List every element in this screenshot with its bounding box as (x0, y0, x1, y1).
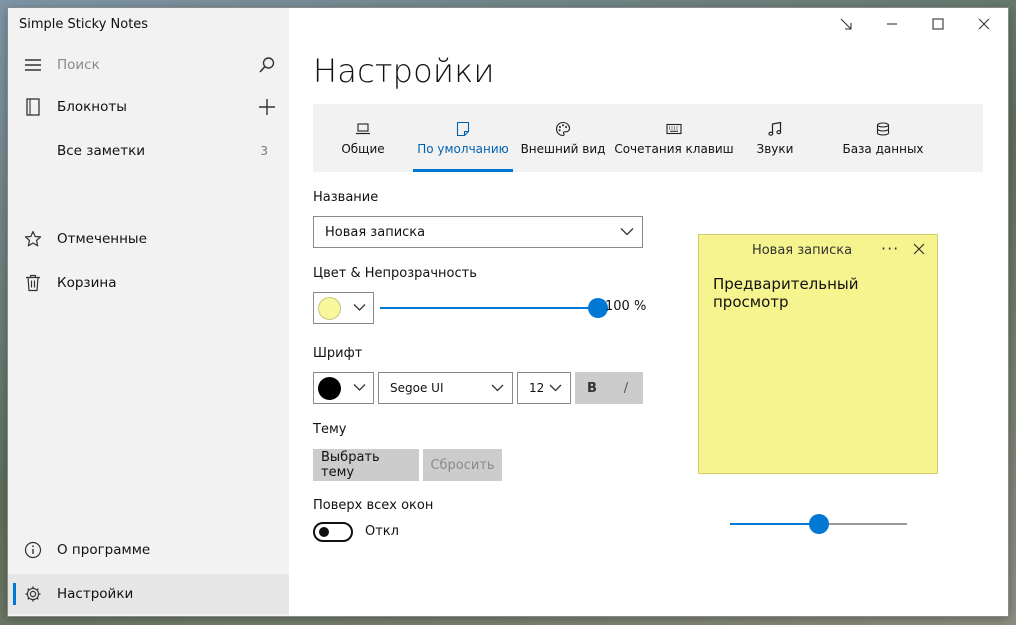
name-dropdown[interactable]: Новая записка (313, 216, 643, 248)
font-family-dropdown[interactable]: Segoe UI (378, 372, 513, 404)
sidebar-item-notebooks[interactable]: Блокноты (8, 87, 289, 127)
compact-overlay-button[interactable] (823, 8, 869, 40)
italic-button[interactable]: / (609, 372, 643, 404)
note-preview-header: Новая записка ··· (699, 235, 937, 267)
sidebar-item-label: Все заметки (57, 143, 146, 159)
sidebar-item-starred[interactable]: Отмеченные (8, 219, 289, 259)
sidebar-item-about[interactable]: О программе (8, 530, 289, 570)
name-label: Название (313, 190, 379, 205)
sidebar-item-label: Настройки (57, 586, 134, 602)
sidebar-item-trash[interactable]: Корзина (8, 263, 289, 303)
preview-size-slider-thumb[interactable] (808, 514, 829, 534)
tab-label: Внешний вид (520, 142, 606, 156)
sidebar-item-all-notes[interactable]: Все заметки 3 (8, 131, 289, 171)
note-color-picker[interactable] (313, 292, 374, 324)
always-on-top-toggle[interactable] (313, 522, 353, 542)
opacity-value: 100 % (605, 299, 647, 314)
font-color-swatch (318, 377, 341, 400)
sidebar-item-label: О программе (57, 542, 151, 558)
tab-label: По умолчанию (417, 142, 509, 156)
tab-sounds[interactable]: Звуки (738, 104, 812, 172)
trash-icon (24, 274, 42, 292)
sidebar: Simple Sticky Notes Поиск Блокноты Все з… (8, 8, 289, 616)
close-icon (978, 18, 990, 30)
tab-label: База данных (842, 142, 924, 156)
choose-theme-button[interactable]: Выбрать тему (313, 449, 419, 481)
minimize-icon (887, 23, 897, 25)
notebook-icon (24, 98, 42, 116)
minimize-button[interactable] (869, 8, 915, 40)
name-value: Новая записка (325, 224, 426, 240)
font-family-value: Segoe UI (390, 381, 444, 395)
compact-icon (840, 18, 852, 30)
tab-label: Звуки (756, 142, 794, 156)
sidebar-search[interactable]: Поиск (8, 45, 289, 85)
chevron-down-icon (353, 381, 366, 396)
tab-label: Общие (341, 142, 385, 156)
always-on-top-label: Поверх всех окон (313, 498, 434, 513)
font-size-dropdown[interactable]: 12 (517, 372, 571, 404)
chevron-down-icon (549, 381, 562, 395)
opacity-slider-track[interactable] (380, 307, 598, 309)
palette-icon (555, 120, 571, 138)
gear-icon (24, 585, 42, 603)
font-label: Шрифт (313, 346, 363, 361)
color-swatch (318, 297, 341, 320)
database-icon (876, 120, 890, 138)
laptop-icon (355, 120, 371, 138)
color-opacity-label: Цвет & Непрозрачность (313, 266, 477, 281)
tab-defaults[interactable]: По умолчанию (413, 104, 513, 172)
tab-label: Сочетания клавиш (614, 142, 734, 156)
keyboard-icon (666, 120, 682, 138)
sidebar-item-label: Блокноты (57, 99, 127, 115)
maximize-icon (932, 18, 944, 30)
reset-theme-button[interactable]: Сбросить (423, 449, 502, 481)
font-size-value: 12 (529, 381, 545, 395)
hamburger-menu-icon[interactable] (24, 56, 42, 74)
sidebar-item-label: Корзина (57, 275, 117, 291)
more-options-icon[interactable]: ··· (881, 239, 899, 258)
theme-label: Тему (313, 422, 347, 437)
page-title: Настройки (313, 52, 495, 90)
settings-tabs: Общие По умолчанию Внешний вид Сочетания… (313, 104, 983, 172)
search-icon[interactable] (257, 55, 277, 75)
toggle-knob (319, 527, 329, 537)
add-notebook-icon[interactable] (257, 97, 277, 117)
app-title: Simple Sticky Notes (19, 17, 149, 32)
note-preview-body: Предварительный просмотр (713, 275, 859, 311)
search-input[interactable]: Поиск (57, 57, 100, 73)
music-icon (767, 120, 783, 138)
sidebar-item-settings[interactable]: Настройки (8, 574, 289, 614)
font-color-picker[interactable] (313, 372, 374, 404)
tab-database[interactable]: База данных (833, 104, 933, 172)
tab-shortcuts[interactable]: Сочетания клавиш (614, 104, 734, 172)
tab-appearance[interactable]: Внешний вид (518, 104, 608, 172)
close-button[interactable] (961, 8, 1007, 40)
chevron-down-icon (353, 301, 366, 316)
star-icon (24, 230, 42, 248)
maximize-button[interactable] (915, 8, 961, 40)
chevron-down-icon (620, 225, 634, 240)
close-icon[interactable] (913, 243, 925, 259)
note-preview: Новая записка ··· Предварительный просмо… (698, 234, 938, 474)
active-tab-indicator (413, 169, 513, 172)
tab-general[interactable]: Общие (323, 104, 403, 172)
sidebar-item-label: Отмеченные (57, 231, 147, 247)
notes-count: 3 (260, 144, 268, 158)
app-window: Simple Sticky Notes Поиск Блокноты Все з… (8, 8, 1008, 616)
preview-size-slider-fill[interactable] (730, 523, 819, 525)
preview-size-slider-track[interactable] (818, 523, 907, 525)
note-icon (456, 120, 470, 138)
chevron-down-icon (491, 381, 504, 395)
info-icon (24, 541, 42, 559)
note-preview-title: Новая записка (751, 243, 853, 258)
bold-button[interactable]: B (575, 372, 609, 404)
toggle-state-text: Откл (365, 524, 399, 539)
